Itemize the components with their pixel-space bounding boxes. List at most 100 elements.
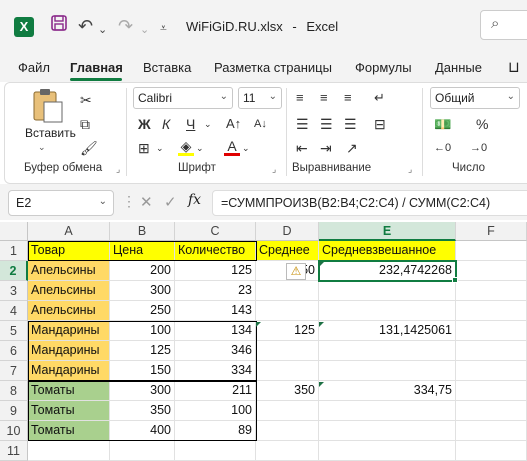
cell-b9[interactable]: 350 <box>110 401 175 421</box>
increase-font-icon[interactable]: A↑ <box>226 114 241 134</box>
fill-color-icon[interactable]: ◈ <box>178 136 194 156</box>
cell-f1[interactable] <box>456 241 527 261</box>
percent-format-icon[interactable]: % <box>476 114 488 134</box>
cell-a11[interactable] <box>28 441 110 461</box>
column-header-c[interactable]: C <box>175 222 256 241</box>
name-box[interactable]: E2 ⌄ <box>8 190 114 216</box>
cell-e2[interactable]: 232,4742268 <box>319 261 456 281</box>
tab-home[interactable]: Главная <box>70 60 123 75</box>
row-header-1[interactable]: 1 <box>0 241 28 261</box>
cell-a9[interactable]: Томаты <box>28 401 110 421</box>
cell-f11[interactable] <box>456 441 527 461</box>
format-painter-icon[interactable]: 🖌 <box>80 138 98 158</box>
paste-label[interactable]: Вставить <box>25 126 76 140</box>
cell-d1[interactable]: Среднее <box>256 241 319 261</box>
bold-button[interactable]: Ж <box>138 114 151 134</box>
tab-insert[interactable]: Вставка <box>143 60 191 75</box>
row-header-8[interactable]: 8 <box>0 381 28 401</box>
undo-dropdown-icon[interactable]: ⌄ <box>98 18 107 42</box>
italic-button[interactable]: К <box>162 114 170 134</box>
row-header-4[interactable]: 4 <box>0 301 28 321</box>
align-right-icon[interactable]: ☰ <box>344 114 357 134</box>
underline-dropdown-icon[interactable]: ⌄ <box>204 114 212 134</box>
cell-e4[interactable] <box>319 301 456 321</box>
cell-e8[interactable]: 334,75 <box>319 381 456 401</box>
underline-button[interactable]: Ч <box>186 114 195 134</box>
search-box[interactable]: ⌕ <box>480 10 527 40</box>
tab-formulas[interactable]: Формулы <box>355 60 412 75</box>
more-tabs-icon[interactable]: ⊔ <box>508 58 520 76</box>
column-header-f[interactable]: F <box>456 222 527 241</box>
cell-f2[interactable] <box>456 261 527 281</box>
orientation-icon[interactable]: ↗ <box>346 138 358 158</box>
fill-handle[interactable] <box>452 277 458 283</box>
cell-d9[interactable] <box>256 401 319 421</box>
cell-c11[interactable] <box>175 441 256 461</box>
cell-d3[interactable] <box>256 281 319 301</box>
decrease-indent-icon[interactable]: ⇤ <box>296 138 308 158</box>
formula-input[interactable]: =СУММПРОИЗВ(B2:B4;C2:C4) / СУММ(C2:C4) <box>212 190 527 216</box>
number-format-dropdown[interactable]: Общий ⌄ <box>430 87 520 109</box>
cell-e9[interactable] <box>319 401 456 421</box>
cell-b3[interactable]: 300 <box>110 281 175 301</box>
paste-icon[interactable] <box>30 88 64 129</box>
cell-d5[interactable]: 125 <box>256 321 319 341</box>
font-color-dropdown-icon[interactable]: ⌄ <box>242 138 250 158</box>
insert-function-button[interactable]: fx <box>188 192 201 208</box>
clipboard-launcher-icon[interactable]: ⌟ <box>116 164 120 175</box>
font-launcher-icon[interactable]: ⌟ <box>272 164 276 175</box>
cell-f4[interactable] <box>456 301 527 321</box>
align-bottom-icon[interactable]: ≡ <box>344 88 352 108</box>
merge-cells-icon[interactable]: ⊟ <box>374 114 386 134</box>
row-header-7[interactable]: 7 <box>0 361 28 381</box>
cell-b10[interactable]: 400 <box>110 421 175 441</box>
cell-a4[interactable]: Апельсины <box>28 301 110 321</box>
row-header-10[interactable]: 10 <box>0 421 28 441</box>
column-header-a[interactable]: A <box>28 222 110 241</box>
column-header-b[interactable]: B <box>110 222 175 241</box>
cell-e6[interactable] <box>319 341 456 361</box>
cell-a1[interactable]: Товар <box>28 241 110 261</box>
undo-icon[interactable]: ↶ <box>78 14 93 38</box>
cell-c8[interactable]: 211 <box>175 381 256 401</box>
row-header-2[interactable]: 2 <box>0 261 28 281</box>
font-color-icon[interactable]: A <box>224 136 240 156</box>
font-size-dropdown[interactable]: 11 ⌄ <box>238 87 282 109</box>
redo-dropdown-icon[interactable]: ⌄ <box>140 18 149 42</box>
cell-e1[interactable]: Средневзвешанное <box>319 241 456 261</box>
cell-f7[interactable] <box>456 361 527 381</box>
cell-c10[interactable]: 89 <box>175 421 256 441</box>
enter-icon[interactable]: ✓ <box>164 193 177 211</box>
cell-c1[interactable]: Количество <box>175 241 256 261</box>
cell-c6[interactable]: 346 <box>175 341 256 361</box>
select-all-corner[interactable] <box>0 222 28 241</box>
increase-indent-icon[interactable]: ⇥ <box>320 138 332 158</box>
align-center-icon[interactable]: ☰ <box>320 114 333 134</box>
cell-d10[interactable] <box>256 421 319 441</box>
cut-icon[interactable]: ✂ <box>80 90 92 110</box>
cell-c7[interactable]: 334 <box>175 361 256 381</box>
cell-c4[interactable]: 143 <box>175 301 256 321</box>
cancel-icon[interactable]: ✕ <box>140 193 153 211</box>
cell-f6[interactable] <box>456 341 527 361</box>
font-name-dropdown[interactable]: Calibri ⌄ <box>133 87 233 109</box>
tab-file[interactable]: Файл <box>18 60 50 75</box>
wrap-text-icon[interactable]: ↵ <box>374 88 385 108</box>
row-header-11[interactable]: 11 <box>0 441 28 461</box>
row-header-3[interactable]: 3 <box>0 281 28 301</box>
cell-b1[interactable]: Цена <box>110 241 175 261</box>
fill-color-dropdown-icon[interactable]: ⌄ <box>196 138 204 158</box>
paste-dropdown-icon[interactable]: ⌄ <box>38 142 46 153</box>
save-icon[interactable] <box>50 14 68 38</box>
cell-c2[interactable]: 125 <box>175 261 256 281</box>
currency-format-icon[interactable]: 💵 <box>434 114 451 134</box>
cell-d4[interactable] <box>256 301 319 321</box>
warning-icon[interactable]: ⚠ <box>286 263 306 280</box>
align-left-icon[interactable]: ☰ <box>296 114 309 134</box>
borders-dropdown-icon[interactable]: ⌄ <box>156 138 164 158</box>
borders-icon[interactable]: ⊞ <box>138 138 150 158</box>
cell-b2[interactable]: 200 <box>110 261 175 281</box>
cell-d6[interactable] <box>256 341 319 361</box>
cell-b5[interactable]: 100 <box>110 321 175 341</box>
cell-b8[interactable]: 300 <box>110 381 175 401</box>
